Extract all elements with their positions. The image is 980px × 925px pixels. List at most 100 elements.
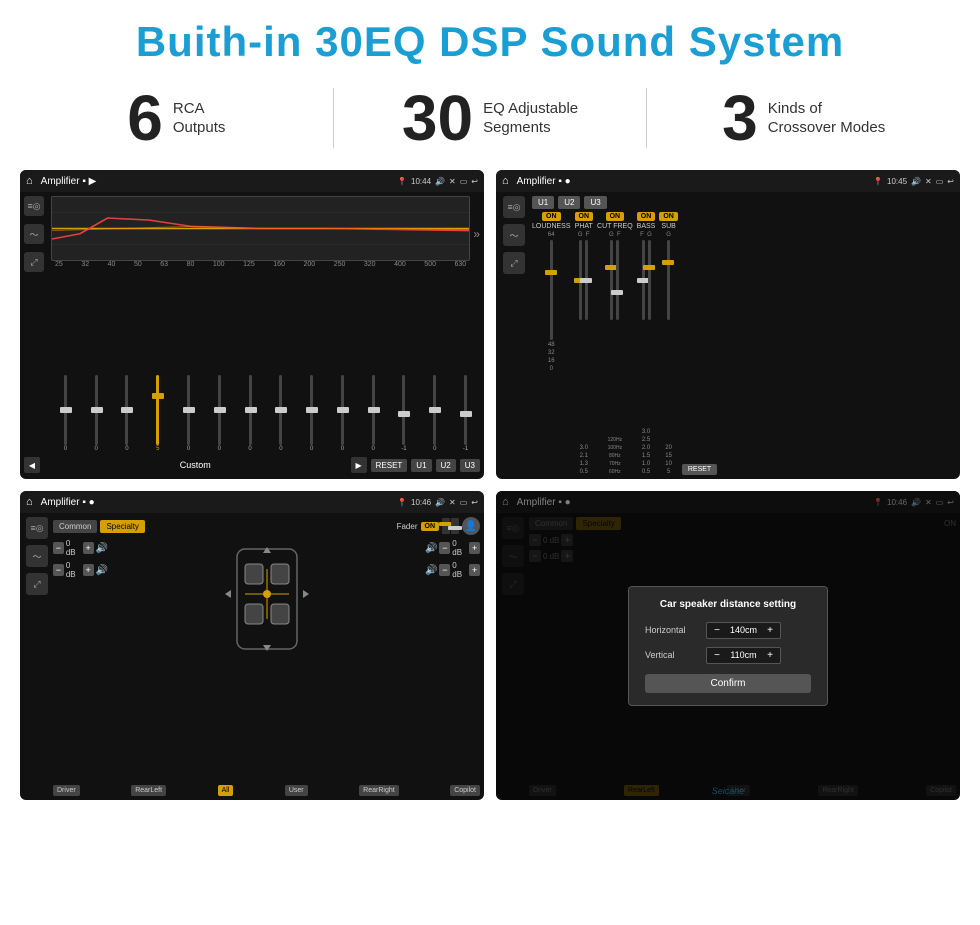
screen2-title: Amplifier ▪ ●: [517, 176, 869, 187]
plus-btn-3[interactable]: +: [469, 542, 480, 554]
plus-btn-4[interactable]: +: [469, 564, 480, 576]
preset-u2[interactable]: U2: [558, 196, 580, 209]
minus-btn-4[interactable]: −: [439, 564, 450, 576]
ctrl-cutfreq: ON CUT FREQ G F 120Hz 100Hz: [597, 212, 633, 475]
horizontal-minus[interactable]: −: [711, 625, 723, 636]
profile-icon-3[interactable]: 👤: [462, 517, 480, 535]
tab-common-3[interactable]: Common: [53, 520, 97, 533]
amp2-icon-wave[interactable]: 〜: [503, 224, 525, 246]
amp2-reset-btn[interactable]: RESET: [682, 464, 717, 475]
stat-text-crossover: Kinds ofCrossover Modes: [768, 99, 886, 138]
horizontal-plus[interactable]: +: [764, 625, 776, 636]
amp2-main: U1 U2 U3 ON LOUDNESS 64: [532, 196, 956, 475]
eq-icon-tune[interactable]: ≡◎: [24, 196, 44, 216]
fader-14[interactable]: -1: [451, 375, 480, 452]
horizontal-value: 140cm: [726, 625, 761, 635]
spk3-icon-tune[interactable]: ≡◎: [26, 517, 48, 539]
sub-on[interactable]: ON: [659, 212, 678, 221]
screen-eq: ⌂ Amplifier ▪ ▶ 📍 10:44 🔊 ✕ ▭ ↩ ≡◎ 〜 ⤢: [20, 170, 484, 479]
confirm-button[interactable]: Confirm: [645, 674, 811, 693]
stat-eq: 30 EQ AdjustableSegments: [354, 86, 627, 150]
bass-slider[interactable]: [642, 240, 651, 427]
horizontal-input[interactable]: − 140cm +: [706, 622, 781, 639]
spk3-icon-wave[interactable]: 〜: [26, 545, 48, 567]
location-icon-2: 📍: [873, 177, 883, 186]
cutfreq-on[interactable]: ON: [606, 212, 625, 221]
eq-prev-btn[interactable]: ◀: [24, 457, 40, 473]
amp2-side: ≡◎ 〜 ⤢: [500, 196, 528, 475]
loudness-slider[interactable]: 64 48 32 16 0: [548, 232, 555, 475]
amp2-icon-expand[interactable]: ⤢: [503, 252, 525, 274]
home-icon-1[interactable]: ⌂: [26, 175, 33, 187]
eq-curve-svg: [52, 197, 469, 260]
vertical-plus[interactable]: +: [764, 650, 776, 661]
fader-3[interactable]: 0: [113, 375, 142, 452]
eq-u2-btn[interactable]: U2: [436, 459, 456, 472]
minus-btn-1[interactable]: −: [53, 542, 64, 554]
cutfreq-slider[interactable]: [610, 240, 619, 435]
db-value-1: 0 dB: [66, 539, 81, 557]
fader-4[interactable]: 5: [143, 375, 172, 452]
fader-13[interactable]: 0: [420, 375, 449, 452]
loudness-on[interactable]: ON: [542, 212, 561, 221]
minus-btn-2[interactable]: −: [53, 564, 64, 576]
eq-next-btn[interactable]: ▶: [351, 457, 367, 473]
tab-specialty-3[interactable]: Specialty: [100, 520, 144, 533]
eq-u3-btn[interactable]: U3: [460, 459, 480, 472]
fader-5[interactable]: 0: [174, 375, 203, 452]
spk3-tabs-row: Common Specialty Fader ON 👤: [53, 517, 480, 535]
fader-7[interactable]: 0: [236, 375, 265, 452]
spk3-side: ≡◎ 〜 ⤢: [24, 517, 50, 796]
sub-slider[interactable]: [667, 240, 670, 443]
ctrl-sub: ON SUB G 20 15 10 5: [659, 212, 678, 475]
spk3-all-btn[interactable]: All: [218, 785, 234, 796]
fader-on-3[interactable]: ON: [421, 522, 440, 531]
stat-number-crossover: 3: [722, 86, 758, 150]
back-icon-2: ↩: [947, 177, 954, 186]
eq-icon-expand[interactable]: ⤢: [24, 252, 44, 272]
eq-icon-wave[interactable]: 〜: [24, 224, 44, 244]
eq-u1-btn[interactable]: U1: [411, 459, 431, 472]
screen-distance: ⌂ Amplifier ▪ ● 📍 10:46 🔊 ✕ ▭ ↩ ≡◎ 〜 ⤢: [496, 491, 960, 800]
stat-crossover: 3 Kinds ofCrossover Modes: [667, 86, 940, 150]
home-icon-3[interactable]: ⌂: [26, 496, 33, 508]
spk3-db-row-4: 🔊 − 0 dB +: [425, 561, 480, 579]
fader-11[interactable]: 0: [359, 375, 388, 452]
spk3-driver-btn[interactable]: Driver: [53, 785, 80, 796]
vertical-input[interactable]: − 110cm +: [706, 647, 781, 664]
spk3-main: Common Specialty Fader ON 👤: [53, 517, 480, 796]
location-icon-1: 📍: [397, 177, 407, 186]
fader-1[interactable]: 0: [51, 375, 80, 452]
amp2-icon-tune[interactable]: ≡◎: [503, 196, 525, 218]
home-icon-2[interactable]: ⌂: [502, 175, 509, 187]
spk3-copilot-btn[interactable]: Copilot: [450, 785, 480, 796]
preset-u1[interactable]: U1: [532, 196, 554, 209]
phat-on[interactable]: ON: [575, 212, 594, 221]
fader-9[interactable]: 0: [297, 375, 326, 452]
back-icon-3: ↩: [471, 498, 478, 507]
fader-8[interactable]: 0: [266, 375, 295, 452]
plus-btn-1[interactable]: +: [83, 542, 94, 554]
fader-2[interactable]: 0: [82, 375, 111, 452]
vertical-minus[interactable]: −: [711, 650, 723, 661]
phat-label: PHAT: [575, 223, 593, 230]
eq-scroll-right[interactable]: »: [473, 196, 480, 272]
spk3-rearright-btn[interactable]: RearRight: [359, 785, 399, 796]
screenshots-grid: ⌂ Amplifier ▪ ▶ 📍 10:44 🔊 ✕ ▭ ↩ ≡◎ 〜 ⤢: [0, 170, 980, 810]
spk3-rearleft-btn[interactable]: RearLeft: [131, 785, 166, 796]
spk3-icon-expand[interactable]: ⤢: [26, 573, 48, 595]
preset-u3[interactable]: U3: [584, 196, 606, 209]
spk3-user-btn[interactable]: User: [285, 785, 308, 796]
fader-10[interactable]: 0: [328, 375, 357, 452]
plus-btn-2[interactable]: +: [83, 564, 94, 576]
phat-slider[interactable]: [579, 240, 588, 443]
screen-amp: ⌂ Amplifier ▪ ● 📍 10:45 🔊 ✕ ▭ ↩ ≡◎ 〜 ⤢: [496, 170, 960, 479]
eq-reset-btn[interactable]: RESET: [371, 459, 408, 472]
spk-icon-3: 🔊: [425, 543, 437, 554]
loudness-label: LOUDNESS: [532, 223, 571, 230]
fader-12[interactable]: -1: [390, 375, 419, 452]
fader-6[interactable]: 0: [205, 375, 234, 452]
minus-btn-3[interactable]: −: [439, 542, 450, 554]
bass-on[interactable]: ON: [637, 212, 656, 221]
dialog-overlay: Car speaker distance setting Horizontal …: [496, 491, 960, 800]
